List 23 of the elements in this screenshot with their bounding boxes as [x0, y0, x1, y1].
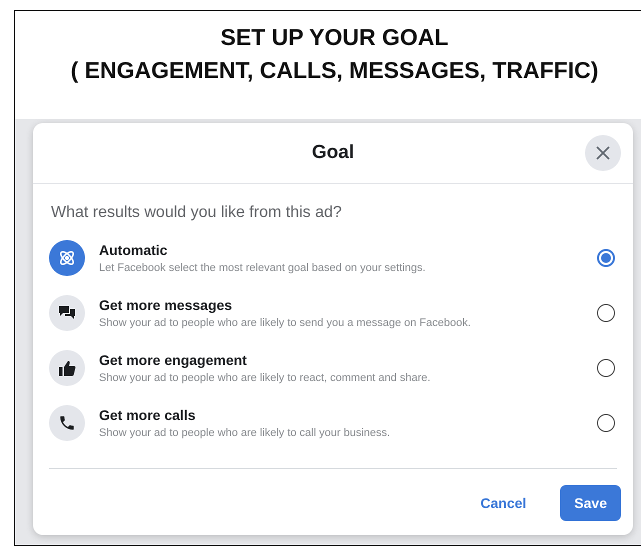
option-description: Show your ad to people who are likely to send you a message on Facebook.: [99, 316, 472, 328]
option-description: Let Facebook select the most relevant goal based on your settings.: [99, 262, 427, 274]
option-description: Show your ad to people who are likely to call your business.: [99, 426, 392, 438]
slide-heading: ( ENGAGEMENT, CALLS, MESSAGES, TRAFFIC): [70, 56, 598, 85]
option-title: Get more calls: [99, 406, 196, 422]
chat-bubbles-icon: [58, 304, 76, 322]
close-icon: [595, 145, 611, 161]
question-text: What results would you like from this ad?: [50, 203, 343, 223]
thumbs-up-icon: [58, 358, 76, 376]
option-description: Show your ad to people who are likely to react, comment and share.: [99, 372, 432, 384]
radio-button[interactable]: [597, 358, 615, 376]
dialog-title: Goal: [312, 142, 354, 164]
option-title: Get more messages: [99, 296, 234, 312]
radio-button[interactable]: [597, 414, 615, 432]
phone-icon: [58, 414, 76, 432]
cancel-button[interactable]: Cancel: [466, 485, 540, 521]
option-title: Automatic: [99, 242, 168, 258]
save-button[interactable]: Save: [560, 485, 621, 521]
radio-button[interactable]: [597, 248, 615, 266]
radio-button[interactable]: [597, 304, 615, 322]
option-title: Get more engagement: [99, 352, 248, 368]
close-button[interactable]: [585, 135, 621, 171]
slide-heading: SET UP YOUR GOAL: [220, 23, 448, 52]
